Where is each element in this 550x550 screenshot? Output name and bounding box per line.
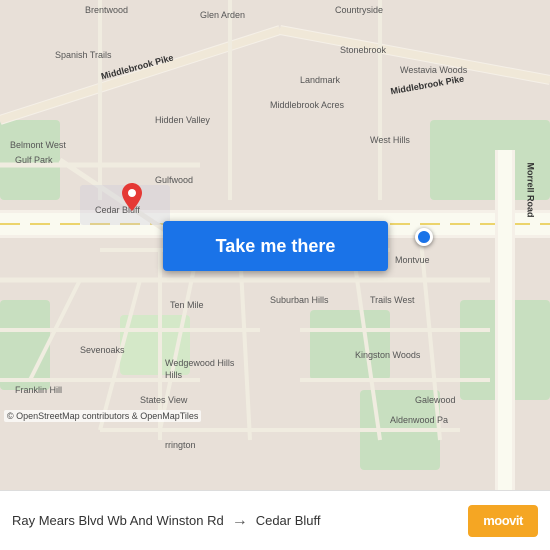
- take-me-there-button[interactable]: Take me there: [163, 221, 388, 271]
- map-container: Countryside Glen Arden Brentwood Stonebr…: [0, 0, 550, 490]
- from-label: Ray Mears Blvd Wb And Winston Rd: [12, 513, 224, 528]
- origin-dot: [415, 228, 433, 246]
- moovit-logo-img: moovit: [468, 505, 538, 537]
- destination-pin: [122, 183, 142, 211]
- arrow-icon: →: [232, 512, 248, 530]
- route-info: Ray Mears Blvd Wb And Winston Rd → Cedar…: [12, 512, 468, 530]
- to-label: Cedar Bluff: [256, 513, 321, 528]
- bottom-bar: Ray Mears Blvd Wb And Winston Rd → Cedar…: [0, 490, 550, 550]
- moovit-logo: moovit: [468, 505, 538, 537]
- map-attribution: © OpenStreetMap contributors & OpenMapTi…: [4, 410, 201, 422]
